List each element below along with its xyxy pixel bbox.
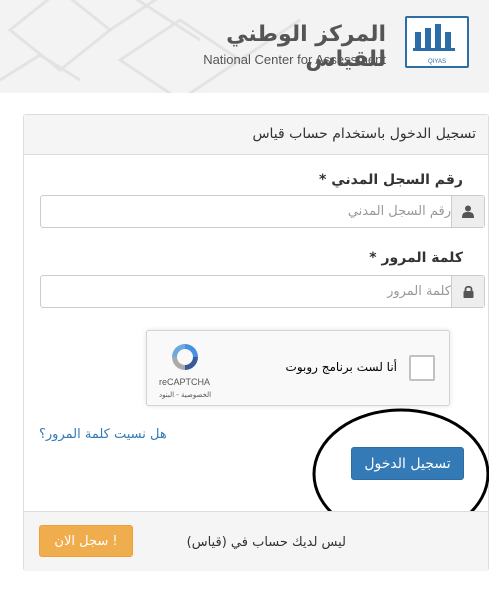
brand-english-name: National Center for Assessment (203, 52, 386, 67)
id-number-group (40, 195, 485, 228)
qiyas-logo-icon (413, 24, 455, 51)
user-icon (462, 205, 474, 218)
recaptcha-widget: أنا لست برنامج روبوت reCAPTCHA الخصوصية … (146, 330, 450, 406)
login-button[interactable]: تسجيل الدخول (351, 447, 464, 480)
no-account-text: ليس لديك حساب في (قياس) (186, 535, 346, 550)
recaptcha-terms-link[interactable]: الخصوصية - البنود (159, 391, 211, 399)
id-number-input[interactable] (41, 196, 461, 227)
site-header: المركز الوطني للقياس National Center for… (0, 0, 489, 93)
password-addon (451, 276, 484, 307)
panel-title: تسجيل الدخول باستخدام حساب قياس (252, 126, 476, 142)
logo-text: QIYAS (428, 59, 446, 65)
recaptcha-icon (172, 344, 198, 370)
recaptcha-checkbox-label: أنا لست برنامج روبوت (285, 360, 397, 374)
id-number-addon (451, 196, 484, 227)
password-input[interactable] (41, 276, 461, 307)
id-number-label: رقم السجل المدني * (319, 172, 463, 188)
login-panel: تسجيل الدخول باستخدام حساب قياس رقم السج… (23, 114, 489, 571)
recaptcha-brand: reCAPTCHA (159, 377, 211, 387)
qiyas-logo: QIYAS (405, 16, 469, 68)
lock-icon (463, 285, 473, 298)
panel-heading: تسجيل الدخول باستخدام حساب قياس (24, 115, 488, 155)
password-label: كلمة المرور * (369, 250, 463, 266)
forgot-password-link[interactable]: هل نسيت كلمة المرور؟ (39, 427, 167, 442)
password-group (40, 275, 485, 308)
register-button[interactable]: سجل الان ! (39, 525, 133, 557)
recaptcha-checkbox[interactable] (409, 355, 435, 381)
panel-footer: ليس لديك حساب في (قياس) سجل الان ! (24, 511, 488, 571)
